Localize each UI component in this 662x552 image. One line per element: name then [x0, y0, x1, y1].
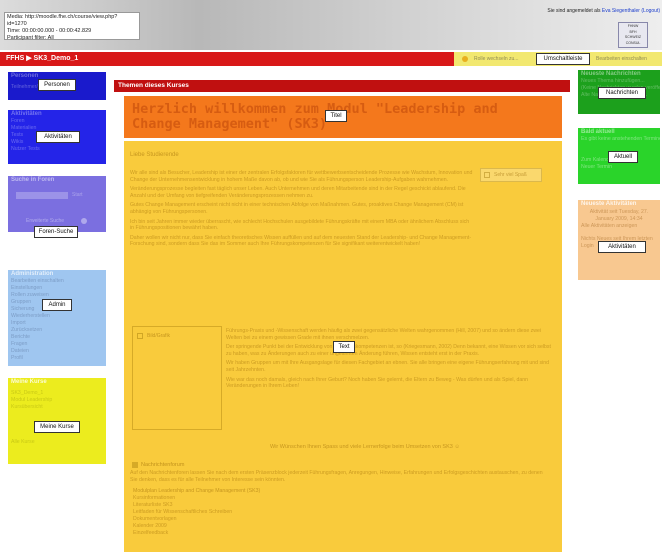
- forum-search-start-button[interactable]: Start: [72, 192, 83, 198]
- activity-user-tests-link[interactable]: Nutzer Tests: [8, 146, 106, 153]
- administration-title: Administration: [11, 271, 54, 277]
- activities-title: Aktivitäten: [11, 111, 42, 117]
- image-placeholder-icon: [137, 333, 143, 339]
- advanced-search-link[interactable]: Erweiterte Suche: [26, 218, 64, 224]
- course-link-1[interactable]: SK3_Demo_1: [8, 386, 106, 397]
- persons-label: Personen: [38, 79, 76, 91]
- role-switch-select[interactable]: Rolle wechseln zu...: [474, 56, 518, 62]
- resource-writing-guide[interactable]: Leitfaden für Wissenschaftliches Schreib…: [130, 509, 430, 516]
- text-label: Text: [333, 341, 355, 353]
- my-courses-label: Meine Kurse: [34, 421, 80, 433]
- section-header-text: Themen dieses Kurses: [118, 82, 189, 89]
- admin-roles-link[interactable]: Rollen zuweisen: [8, 292, 106, 299]
- login-info: Sie sind angemeldet als Eva Siegenthaler…: [500, 8, 660, 14]
- news-title: Neueste Nachrichten: [581, 71, 641, 77]
- switch-bar-label[interactable]: Umschaltleiste: [536, 53, 590, 65]
- my-courses-title: Meine Kurse: [11, 379, 47, 385]
- activities-label: Aktivitäten: [36, 131, 80, 143]
- body-paragraph-2: Der springende Punkt bei der Entwicklung…: [226, 344, 551, 357]
- recent-activity-all-link[interactable]: Alle Aktivitäten anzeigen: [578, 223, 660, 230]
- administration-block: Administration Bearbeiten einschalten Ei…: [8, 270, 106, 366]
- intro-paragraph-2: Veränderungsprozesse begleiten fast tägl…: [130, 186, 466, 199]
- intro-paragraph-1: Wir alle sind als Besucher, Leadership i…: [130, 170, 473, 183]
- forum-description: Auf den Nachrichtenforen lassen Sie nach…: [130, 470, 543, 483]
- resource-module-plan[interactable]: Modulplan Leadership and Change Manageme…: [130, 488, 430, 495]
- upcoming-new-event-link[interactable]: Neuer Termin: [578, 164, 660, 171]
- admin-settings-link[interactable]: Einstellungen: [8, 285, 106, 292]
- forum-search-label: Foren-Suche: [34, 226, 78, 238]
- image-placeholder: Bild/Grafik: [132, 326, 222, 430]
- course-link-3[interactable]: Kursübersicht: [8, 404, 106, 411]
- side-note-link[interactable]: Sehr viel Spaß: [494, 172, 527, 178]
- recent-activity-title: Neueste Aktivitäten: [581, 201, 637, 207]
- breadcrumb[interactable]: FFHS ▶ SK3_Demo_1: [6, 54, 78, 62]
- title-label: Titel: [325, 110, 347, 122]
- forum-search-block: Suche in Foren Start Erweiterte Suche: [8, 176, 106, 232]
- recent-activity-block: Neueste Aktivitäten Aktivität seit Tuesd…: [578, 200, 660, 280]
- resource-calendar[interactable]: Kalender 2009: [130, 523, 430, 530]
- recent-activity-label: Aktivitäten: [598, 241, 646, 253]
- body-text: Führungs-Praxis und -Wissenschaft werden…: [226, 328, 556, 393]
- upcoming-title: Bald aktuell: [581, 129, 615, 135]
- recent-activity-since: Aktivität seit Tuesday, 27. January 2009…: [589, 209, 649, 222]
- upcoming-label: Aktuell: [608, 151, 638, 163]
- intro-paragraph-4: Ich bin seit Jahren immer wieder überras…: [130, 218, 470, 232]
- edit-mode-button[interactable]: Bearbeiten einschalten: [596, 56, 647, 62]
- news-forum-link[interactable]: Nachrichtenforum: [141, 462, 184, 468]
- intro-text: Wir alle sind als Besucher, Leadership i…: [130, 170, 474, 251]
- login-prefix: Sie sind angemeldet als: [547, 8, 601, 14]
- admin-label: Admin: [42, 299, 72, 311]
- admin-profile-link[interactable]: Profil: [8, 355, 106, 362]
- side-note-box: Sehr viel Spaß: [480, 168, 542, 182]
- forum-search-title: Suche in Foren: [11, 177, 55, 183]
- image-icon: [484, 172, 490, 178]
- logout-link[interactable]: (Logout): [641, 8, 660, 14]
- role-switch-icon[interactable]: [462, 56, 468, 62]
- section-header-bar: Themen dieses Kurses: [114, 80, 570, 92]
- closing-wish: Wir Wünschen Ihnen Spass und viele Lerne…: [270, 444, 460, 450]
- admin-reset-link[interactable]: Zurücksetzen: [8, 327, 106, 334]
- course-link-2[interactable]: Modul Leadership: [8, 397, 106, 404]
- admin-edit-link[interactable]: Bearbeiten einschalten: [8, 278, 106, 285]
- media-url: Media: http://moodle.fhe.ch/course/view.…: [7, 14, 118, 27]
- resource-literature[interactable]: Literaturliste SK3: [130, 502, 430, 509]
- news-add-topic-link[interactable]: Neues Thema hinzufügen...: [578, 78, 660, 85]
- help-icon[interactable]: [81, 218, 87, 224]
- admin-questions-link[interactable]: Fragen: [8, 341, 106, 348]
- participant-filter: Participant filter: All: [7, 35, 54, 41]
- news-forum-icon: [132, 462, 138, 468]
- admin-import-link[interactable]: Import: [8, 320, 106, 327]
- upcoming-no-events: Es gibt keine anstehenden Termine: [581, 136, 660, 142]
- body-paragraph-4: Wie war das noch damals, gleich nach Ihr…: [226, 376, 529, 390]
- greeting-text: Liebe Studierende: [130, 152, 179, 158]
- image-placeholder-label: Bild/Grafik: [147, 333, 171, 339]
- admin-restore-link[interactable]: Wiederherstellen: [8, 313, 106, 320]
- institution-logo: FHNW BFH SCHWEIZ CONSUL: [618, 22, 648, 48]
- forum-search-input[interactable]: [16, 192, 68, 199]
- activity-forums-link[interactable]: Foren: [8, 118, 106, 125]
- login-user-link[interactable]: Eva Siegenthaler: [602, 8, 640, 14]
- resource-templates[interactable]: Dokumentvorlagen: [130, 516, 430, 523]
- resource-feedback[interactable]: Einzelfeedback: [130, 530, 430, 537]
- logo-line-4: CONSUL: [625, 40, 641, 45]
- intro-paragraph-5: Daher wollen wir nicht nur, dass Sie ein…: [130, 234, 472, 248]
- body-paragraph-3: Wir haben Gruppen um mit Ihre Ausgangsla…: [226, 360, 549, 373]
- media-time: Time: 00:00:00.000 - 00:00:42.829: [7, 28, 92, 34]
- admin-files-link[interactable]: Dateien: [8, 348, 106, 355]
- module-resource-list: Modulplan Leadership and Change Manageme…: [130, 488, 430, 537]
- resource-course-info[interactable]: Kursinformationen: [130, 495, 430, 502]
- news-label: Nachrichten: [598, 87, 646, 99]
- body-paragraph-1: Führungs-Praxis und -Wissenschaft werden…: [226, 328, 542, 341]
- admin-reports-link[interactable]: Berichte: [8, 334, 106, 341]
- media-info-box: Media: http://moodle.fhe.ch/course/view.…: [4, 12, 140, 41]
- intro-paragraph-3: Gutes Change Management erscheint nicht …: [130, 202, 464, 215]
